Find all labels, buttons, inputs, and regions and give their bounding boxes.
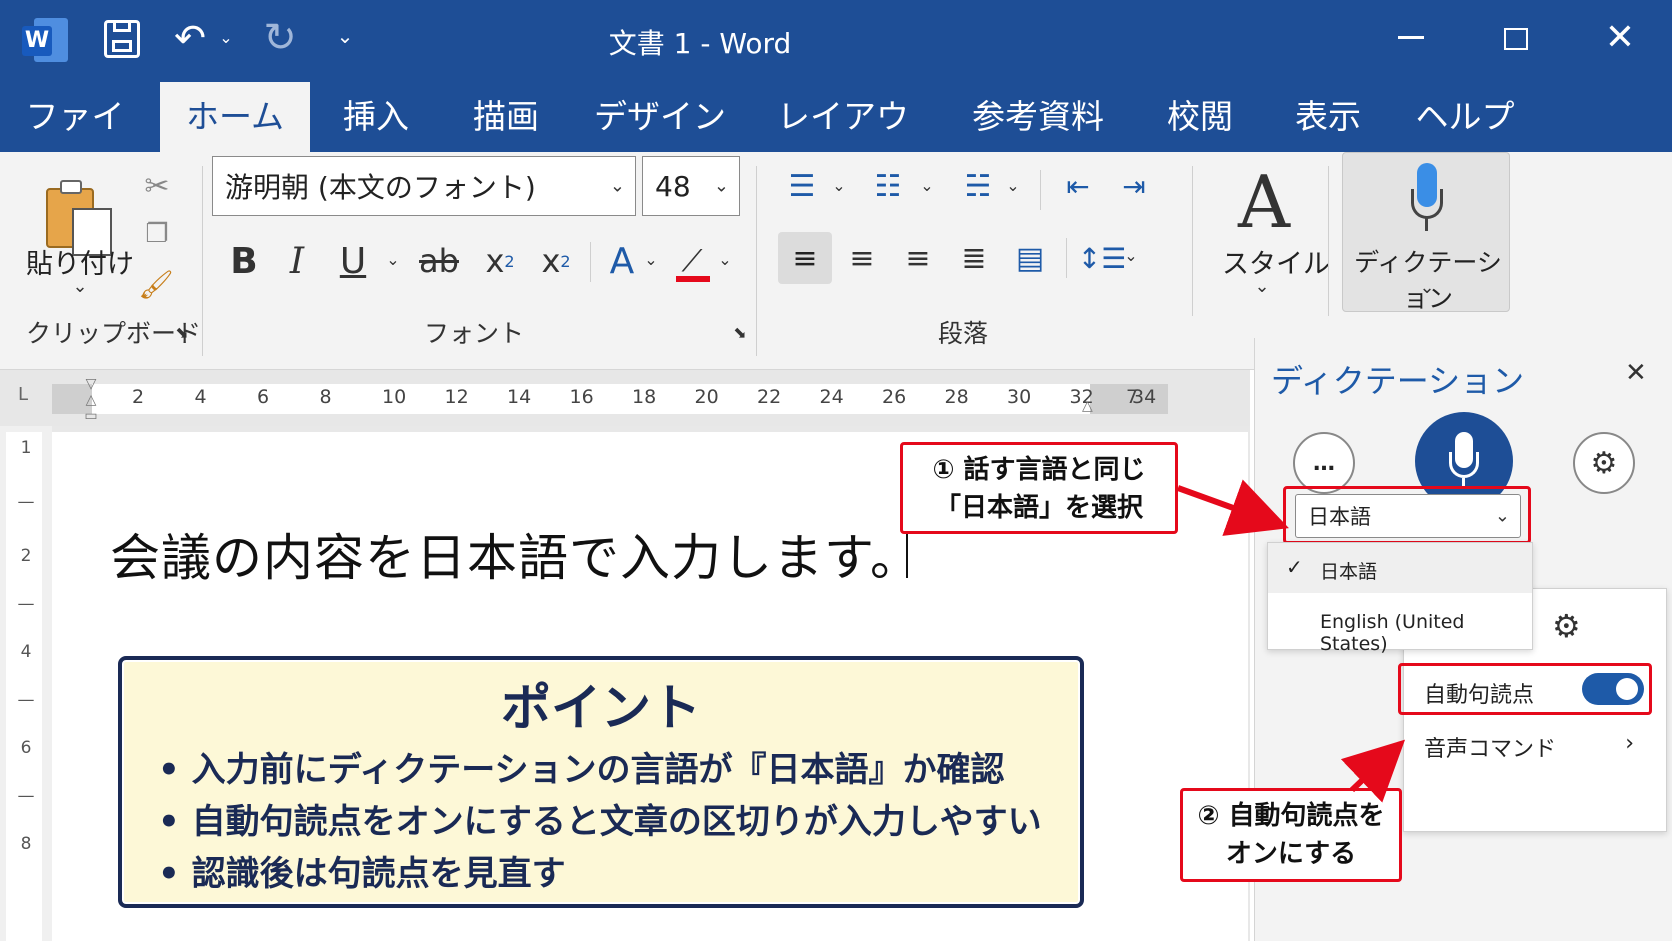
callout-arrows	[1176, 479, 1406, 803]
